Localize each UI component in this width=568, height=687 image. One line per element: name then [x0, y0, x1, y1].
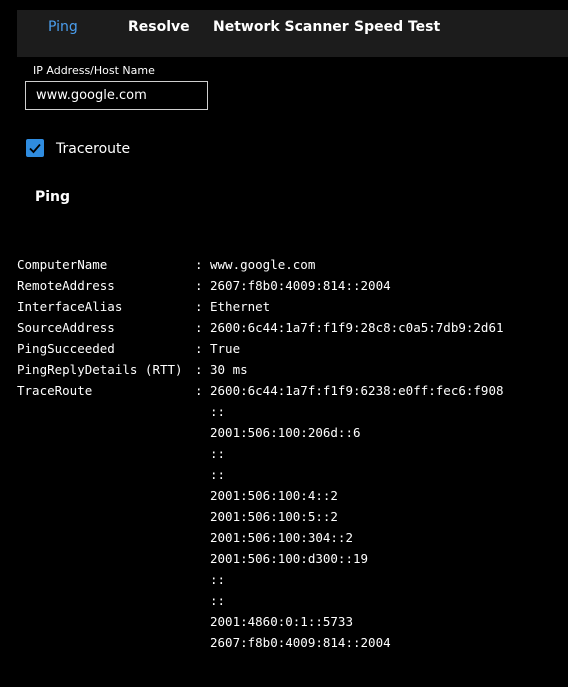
- traceroute-hop: ::: [210, 572, 226, 587]
- output-value: 2607:f8b0:4009:814::2004: [210, 278, 391, 293]
- output-row: PingSucceeded: True: [17, 338, 562, 359]
- output-value: Ethernet: [210, 299, 271, 314]
- output-separator: :: [195, 341, 203, 356]
- output-key: PingReplyDetails (RTT): [17, 362, 183, 377]
- traceroute-hop: 2001:506:100:206d::6: [210, 425, 361, 440]
- output-row: InterfaceAlias: Ethernet: [17, 296, 562, 317]
- output-separator: :: [195, 278, 203, 293]
- section-title: Ping: [35, 189, 71, 205]
- output-value: True: [210, 341, 241, 356]
- output-separator: :: [195, 383, 203, 398]
- output-value: 2600:6c44:1a7f:f1f9:28c8:c0a5:7db9:2d61: [210, 320, 504, 335]
- output-value: 2600:6c44:1a7f:f1f9:6238:e0ff:fec6:f908: [210, 383, 504, 398]
- traceroute-hop: ::: [210, 446, 226, 461]
- traceroute-label[interactable]: Traceroute: [56, 141, 130, 157]
- traceroute-hop: 2001:506:100:5::2: [210, 509, 338, 524]
- traceroute-hop: 2001:4860:0:1::5733: [210, 614, 353, 629]
- traceroute-hop: 2607:f8b0:4009:814::2004: [210, 635, 391, 650]
- output-key: RemoteAddress: [17, 278, 115, 293]
- traceroute-hop: ::: [210, 404, 226, 419]
- traceroute-checkbox[interactable]: [26, 139, 44, 157]
- output-key: ComputerName: [17, 257, 108, 272]
- tab-network-scanner[interactable]: Network Scanner: [213, 18, 349, 36]
- output-key: PingSucceeded: [17, 341, 115, 356]
- host-input[interactable]: [25, 81, 208, 110]
- output-row: PingReplyDetails (RTT):30 ms: [17, 359, 562, 380]
- host-field-label: IP Address/Host Name: [33, 64, 155, 77]
- ping-output: ComputerName: www.google.com RemoteAddress…: [17, 254, 562, 653]
- output-key: TraceRoute: [17, 383, 93, 398]
- output-row: SourceAddress:2600:6c44:1a7f:f1f9:28c8:c…: [17, 317, 562, 338]
- traceroute-hop: 2001:506:100:4::2: [210, 488, 338, 503]
- output-row: RemoteAddress:2607:f8b0:4009:814::2004: [17, 275, 562, 296]
- checkmark-icon: [29, 143, 41, 154]
- tab-ping[interactable]: Ping: [48, 18, 78, 36]
- output-separator: :: [195, 299, 203, 314]
- traceroute-hop: 2001:506:100:d300::19: [210, 551, 369, 566]
- traceroute-hop: ::: [210, 467, 226, 482]
- output-row: TraceRoute:2600:6c44:1a7f:f1f9:6238:e0ff…: [17, 380, 562, 401]
- output-separator: :: [195, 362, 203, 377]
- output-row: ComputerName: www.google.com: [17, 254, 562, 275]
- tab-speed-test[interactable]: Speed Test: [354, 18, 440, 36]
- traceroute-hop: 2001:506:100:304::2: [210, 530, 353, 545]
- output-value: 30 ms: [210, 362, 248, 377]
- output-key: SourceAddress: [17, 320, 115, 335]
- output-separator: :: [195, 257, 203, 272]
- output-value: www.google.com: [210, 257, 316, 272]
- traceroute-hop: ::: [210, 593, 226, 608]
- tab-resolve[interactable]: Resolve: [128, 18, 190, 36]
- output-key: InterfaceAlias: [17, 299, 123, 314]
- output-separator: :: [195, 320, 203, 335]
- tab-bar: Ping Resolve Network Scanner Speed Test: [17, 10, 568, 57]
